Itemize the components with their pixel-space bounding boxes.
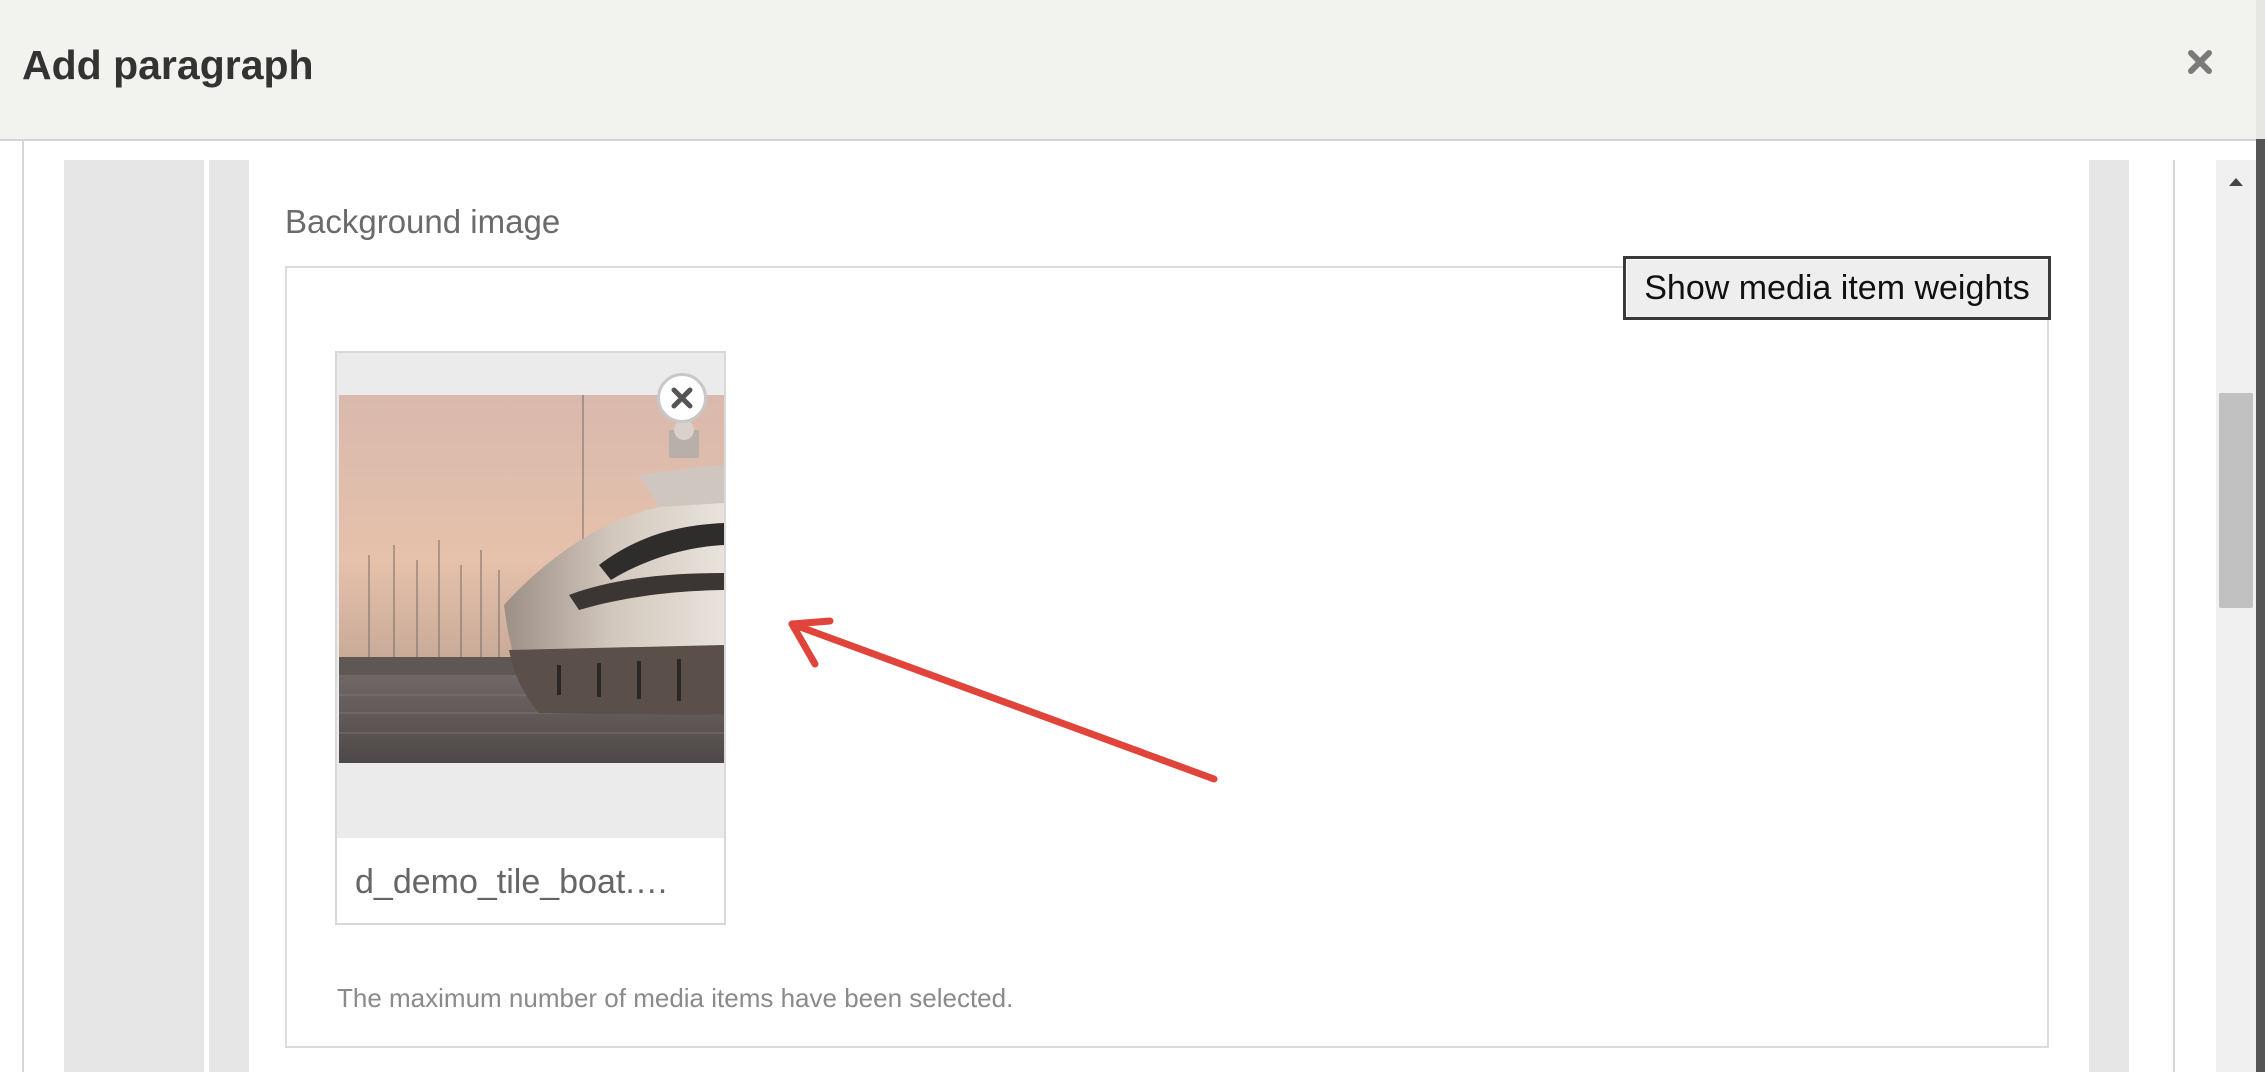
- page: Add paragraph Background image Show medi…: [0, 0, 2265, 1072]
- paragraph-gutter-right: [2089, 160, 2129, 1072]
- scrollbar[interactable]: [2216, 160, 2256, 1072]
- divider: [22, 141, 24, 1072]
- paragraph-gutter-inner: [209, 160, 249, 1072]
- scrollbar-thumb[interactable]: [2219, 393, 2253, 608]
- media-filename: d_demo_tile_boat.…: [355, 863, 669, 901]
- dialog-header: Add paragraph: [0, 0, 2256, 141]
- arrow-icon: [760, 600, 1240, 800]
- media-item: d_demo_tile_boat.…: [335, 351, 726, 925]
- close-circle-icon[interactable]: [657, 373, 707, 423]
- paragraph-gutter: [64, 160, 204, 1072]
- dialog-title: Add paragraph: [22, 42, 314, 88]
- divider: [2173, 160, 2175, 1072]
- page-edge: [2256, 0, 2265, 1072]
- show-weights-button[interactable]: Show media item weights: [1623, 256, 2051, 320]
- close-icon[interactable]: [2180, 42, 2220, 82]
- caret-up-icon[interactable]: [2224, 172, 2248, 192]
- field-label: Background image: [285, 203, 561, 240]
- field-description: The maximum number of media items have b…: [337, 983, 1014, 1013]
- media-thumbnail: [339, 395, 724, 763]
